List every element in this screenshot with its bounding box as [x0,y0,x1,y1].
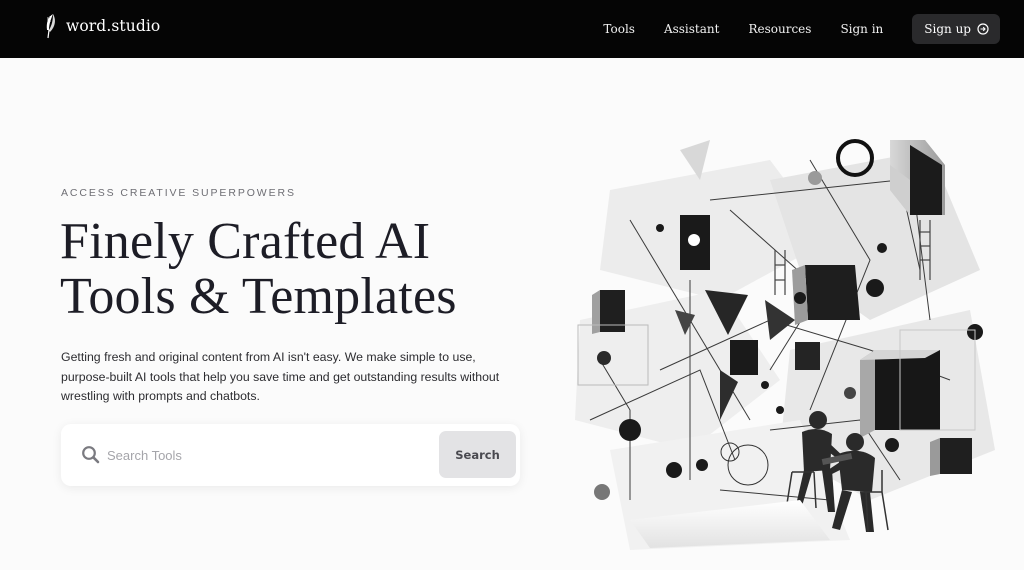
hero-headline-line-1: Finely Crafted AI [60,213,431,270]
sign-up-label: Sign up [924,22,971,36]
hero-headline: Finely Crafted AI Tools & Templates [60,214,457,324]
hero-eyebrow: ACCESS CREATIVE SUPERPOWERS [61,187,296,199]
search-bar: Search [61,424,520,486]
search-input[interactable] [107,444,427,466]
main-nav: Tools Assistant Resources Sign in Sign u… [603,0,1000,58]
sign-up-button[interactable]: Sign up [912,14,1000,44]
nav-link-sign-in[interactable]: Sign in [840,22,883,36]
hero-description: Getting fresh and original content from … [61,350,500,403]
arrow-circle-right-icon [977,23,989,35]
quill-feather-icon [46,14,55,39]
hero-headline-line-2: Tools & Templates [60,268,457,325]
search-button[interactable]: Search [439,431,516,478]
brand-logo-link[interactable]: word.studio [44,13,160,39]
nav-link-assistant[interactable]: Assistant [664,22,720,36]
brand-name: word.studio [66,17,161,35]
hero-illustration [575,139,995,550]
nav-link-resources[interactable]: Resources [748,22,811,36]
search-icon [82,446,100,464]
search-button-label: Search [455,447,500,462]
nav-link-tools[interactable]: Tools [603,22,635,36]
top-navbar: word.studio Tools Assistant Resources Si… [0,0,1024,58]
